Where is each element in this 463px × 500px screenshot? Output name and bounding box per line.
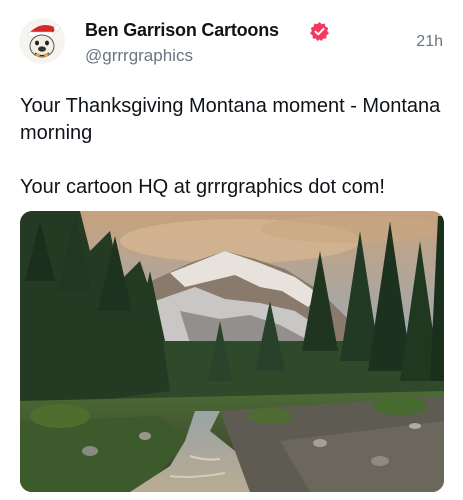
post-text: Your Thanksgiving Montana moment - Monta… (20, 93, 445, 201)
author-handle[interactable]: @grrrgraphics (85, 46, 193, 66)
author-avatar[interactable] (19, 18, 65, 64)
post-card[interactable]: Ben Garrison Cartoons @grrrgraphics 21h … (0, 0, 463, 500)
post-text-line-2: Your cartoon HQ at grrrgraphics dot com! (20, 176, 385, 198)
verified-badge-icon (310, 21, 329, 42)
post-timestamp[interactable]: 21h (416, 33, 443, 51)
post-text-line-1: Your Thanksgiving Montana moment - Monta… (20, 95, 441, 144)
mountain-landscape-photo-icon (20, 211, 444, 492)
post-media-photo[interactable] (20, 211, 444, 492)
bulldog-avatar-icon (19, 18, 65, 64)
author-display-name[interactable]: Ben Garrison Cartoons (85, 20, 279, 41)
